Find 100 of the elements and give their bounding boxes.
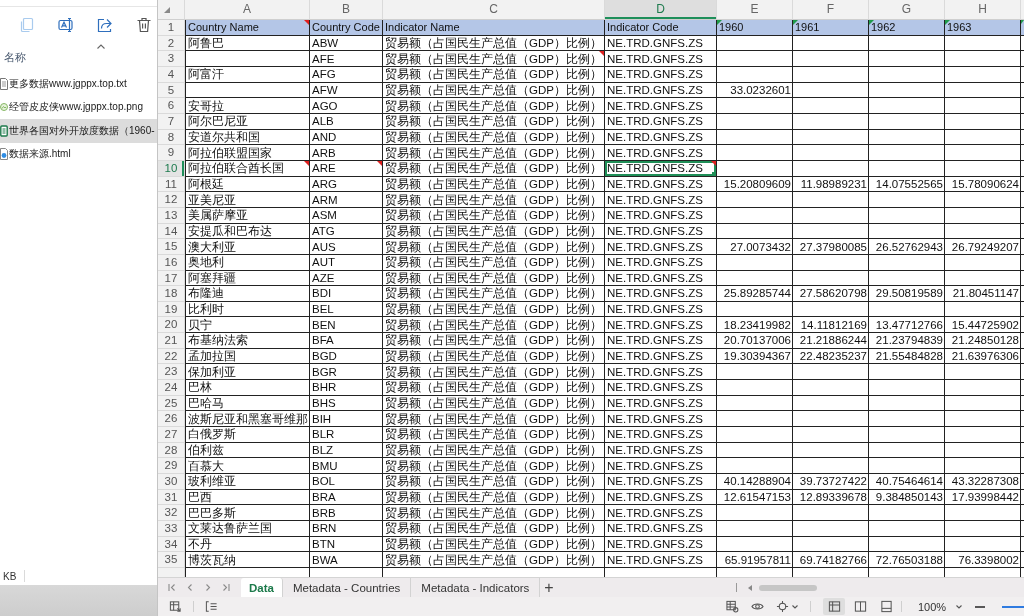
table-cell: 贸易额（占国民生产总值（GDP）比例） xyxy=(383,98,605,114)
table-cell: ABW xyxy=(310,35,383,52)
horizontal-scrollbar-thumb[interactable] xyxy=(759,584,817,591)
column-header[interactable]: E xyxy=(717,0,793,20)
table-cell: 贸易额（占国民生产总值（GDP）比例） xyxy=(383,348,605,365)
column-header[interactable]: F xyxy=(793,0,869,20)
table-cell: 贸易额（占国民生产总值（GDP）比例） xyxy=(383,82,605,99)
fill-handle[interactable] xyxy=(712,171,716,176)
table-cell: BOL xyxy=(310,474,383,490)
row-number[interactable]: 15 xyxy=(158,239,185,255)
row-number[interactable]: 27 xyxy=(158,427,185,443)
table-cell: 27.58620798 xyxy=(793,286,869,302)
image-file-icon xyxy=(0,101,8,114)
table-cell: 贸易额（占国民生产总值（GDP）比例） xyxy=(383,66,605,83)
table-cell: AND xyxy=(310,129,383,146)
row-number[interactable]: 30 xyxy=(158,474,185,490)
column-heading: 1960 xyxy=(717,20,793,36)
table-gear-icon[interactable] xyxy=(726,600,739,613)
outline-list-icon[interactable] xyxy=(205,600,218,613)
table-cell: AUT xyxy=(310,254,383,271)
table-cell: 72.76503188 xyxy=(869,552,945,568)
row-number[interactable]: 26 xyxy=(158,411,185,428)
table-cell: BMU xyxy=(310,458,383,475)
table-cell: 22.48235237 xyxy=(793,348,869,365)
table-cell: ARG xyxy=(310,176,383,193)
table-cell: AUS xyxy=(310,239,383,255)
last-sheet-button[interactable] xyxy=(222,583,230,592)
sort-caret-icon xyxy=(97,43,105,49)
table-cell: 贸易额（占国民生产总值（GDP）比例） xyxy=(383,505,605,521)
row-number[interactable]: 18 xyxy=(158,286,185,302)
zoom-dropdown[interactable]: 100% xyxy=(918,600,963,613)
table-cell: 39.73727422 xyxy=(793,474,869,490)
table-cell: 贸易额（占国民生产总值（GDP）比例） xyxy=(383,239,605,255)
view-button[interactable] xyxy=(823,598,845,615)
table-cell: NE.TRD.GNFS.ZS xyxy=(605,207,717,224)
table-cell: 33.0232601 xyxy=(717,82,793,99)
rename-icon xyxy=(58,17,74,33)
table-cell: 贸易额（占国民生产总值（GDP）比例） xyxy=(383,286,605,302)
row-number[interactable]: 35 xyxy=(158,552,185,568)
file-item[interactable]: 经管皮皮侠www.jgppx.top.png xyxy=(0,95,157,119)
row-number[interactable]: 32 xyxy=(158,505,185,521)
table-icon[interactable] xyxy=(169,600,182,613)
row-number[interactable]: 12 xyxy=(158,192,185,208)
row-number[interactable]: 21 xyxy=(158,333,185,349)
row-number[interactable]: 9 xyxy=(158,145,185,161)
column-header[interactable]: A xyxy=(185,0,310,20)
row-number[interactable]: 1 xyxy=(158,20,185,36)
first-sheet-button[interactable] xyxy=(168,583,176,592)
table-cell: AFE xyxy=(310,51,383,67)
file-item[interactable]: 更多数据www.jgppx.top.txt xyxy=(0,72,157,96)
table-cell: NE.TRD.GNFS.ZS xyxy=(605,411,717,428)
zoom-slider-track[interactable] xyxy=(1002,605,1024,608)
table-cell: NE.TRD.GNFS.ZS xyxy=(605,66,717,83)
row-number[interactable]: 3 xyxy=(158,51,185,67)
table-cell: 贸易额（占国民生产总值（GDP）比例） xyxy=(383,552,605,568)
column-header[interactable]: D xyxy=(605,0,717,20)
table-cell: 贝宁 xyxy=(185,317,310,334)
column-header[interactable]: H xyxy=(945,0,1021,20)
table-cell: NE.TRD.GNFS.ZS xyxy=(605,176,717,193)
table-cell: BLR xyxy=(310,427,383,443)
locate-button[interactable] xyxy=(776,600,798,613)
eye-icon[interactable] xyxy=(751,600,764,613)
table-cell: BIH xyxy=(310,411,383,428)
column-header[interactable]: B xyxy=(310,0,383,20)
row-number[interactable]: 29 xyxy=(158,458,185,475)
table-cell: BHR xyxy=(310,380,383,396)
table-cell: NE.TRD.GNFS.ZS xyxy=(605,474,717,490)
minus-icon[interactable] xyxy=(974,604,987,609)
table-cell: 贸易额（占国民生产总值（GDP）比例） xyxy=(383,176,605,193)
table-cell: 巴巴多斯 xyxy=(185,505,310,521)
table-cell: 贸易额（占国民生产总值（GDP）比例） xyxy=(383,364,605,381)
last-arrow-icon xyxy=(222,583,230,592)
table-cell: NE.TRD.GNFS.ZS xyxy=(605,427,717,443)
table-cell: 安道尔共和国 xyxy=(185,129,310,146)
row-number[interactable]: 6 xyxy=(158,98,185,114)
add-sheet-button[interactable]: + xyxy=(540,578,558,597)
table-cell: AGO xyxy=(310,98,383,114)
next-sheet-button[interactable] xyxy=(204,583,212,592)
scroll-left-icon[interactable] xyxy=(748,584,752,591)
sheet-tab[interactable]: Data xyxy=(241,578,283,597)
page-view-icon xyxy=(879,600,893,613)
select-all-button[interactable] xyxy=(158,0,185,20)
name-column-header[interactable]: 名称 xyxy=(4,49,26,65)
table-cell: BRB xyxy=(310,505,383,521)
row-number[interactable]: 33 xyxy=(158,521,185,537)
table-cell: 贸易额（占国民生产总值（GDP）比例） xyxy=(383,427,605,443)
table-cell: 阿拉伯联盟国家 xyxy=(185,145,310,161)
file-item[interactable]: 世界各国对外开放度数据（1960- xyxy=(0,119,157,143)
previous-sheet-button[interactable] xyxy=(186,583,194,592)
chevron-right-icon xyxy=(204,583,212,592)
column-header[interactable]: C xyxy=(383,0,605,20)
table-cell: NE.TRD.GNFS.ZS xyxy=(605,317,717,334)
row-number[interactable]: 24 xyxy=(158,380,185,396)
row-number[interactable]: 20 xyxy=(158,317,185,334)
file-item[interactable]: 数据来源.html xyxy=(0,142,157,166)
column-header[interactable]: G xyxy=(869,0,945,20)
table-cell: 11.98989231 xyxy=(793,176,869,193)
table-cell: 奥地利 xyxy=(185,254,310,271)
column-heading: Country Code xyxy=(310,20,383,36)
row-number[interactable]: 23 xyxy=(158,364,185,381)
